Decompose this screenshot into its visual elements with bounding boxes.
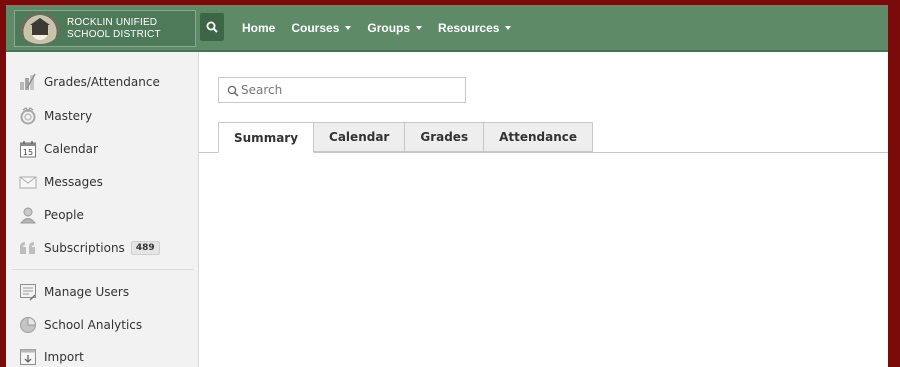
district-seal-icon bbox=[20, 13, 60, 44]
tab-grades[interactable]: Grades bbox=[405, 122, 485, 152]
sidebar-item-subscriptions[interactable]: Subscriptions 489 bbox=[19, 235, 160, 261]
left-sidebar: Grades/Attendance Mastery 15 Calendar Me… bbox=[6, 52, 199, 367]
tab-bar: Summary Calendar Grades Attendance bbox=[218, 122, 594, 153]
search-input[interactable] bbox=[241, 81, 461, 99]
mastery-icon bbox=[19, 107, 37, 125]
sidebar-item-mastery[interactable]: Mastery bbox=[19, 103, 92, 129]
caret-down-icon bbox=[345, 25, 352, 30]
sidebar-divider bbox=[12, 269, 194, 270]
calendar-icon: 15 bbox=[19, 140, 37, 158]
sidebar-item-label: Import bbox=[44, 350, 84, 364]
tab-summary[interactable]: Summary bbox=[218, 122, 315, 153]
quote-icon bbox=[19, 239, 37, 257]
main-content: Summary Calendar Grades Attendance bbox=[199, 52, 888, 367]
envelope-icon bbox=[19, 173, 37, 191]
sidebar-item-label: School Analytics bbox=[44, 318, 143, 332]
tab-label: Calendar bbox=[329, 130, 390, 144]
district-name-line2: SCHOOL DISTRICT bbox=[67, 29, 161, 40]
person-icon bbox=[19, 206, 37, 224]
pie-chart-icon bbox=[19, 316, 37, 334]
tab-label: Grades bbox=[420, 130, 469, 144]
grades-icon bbox=[19, 73, 37, 91]
subscriptions-count-badge: 489 bbox=[130, 241, 160, 255]
nav-resources-label: Resources bbox=[438, 20, 500, 35]
sidebar-item-label: Messages bbox=[44, 175, 103, 189]
tab-calendar[interactable]: Calendar bbox=[314, 122, 406, 152]
nav-resources[interactable]: Resources bbox=[438, 20, 512, 35]
sidebar-item-label: Grades/Attendance bbox=[44, 75, 160, 89]
sidebar-item-import[interactable]: Import bbox=[19, 344, 84, 367]
nav-courses-label: Courses bbox=[291, 20, 340, 35]
caret-down-icon bbox=[416, 25, 423, 30]
sidebar-item-label: Mastery bbox=[44, 109, 93, 123]
tab-label: Attendance bbox=[499, 130, 578, 144]
nav-courses[interactable]: Courses bbox=[291, 20, 352, 35]
tab-attendance[interactable]: Attendance bbox=[484, 122, 594, 152]
sidebar-item-label: Manage Users bbox=[44, 285, 130, 299]
district-logo-link[interactable]: ROCKLIN UNIFIED SCHOOL DISTRICT bbox=[14, 10, 196, 47]
nav-home-label: Home bbox=[242, 20, 276, 35]
caret-down-icon bbox=[505, 25, 512, 30]
top-navigation-bar: ROCKLIN UNIFIED SCHOOL DISTRICT Home Cou… bbox=[6, 5, 888, 52]
sidebar-item-label: Subscriptions bbox=[44, 241, 125, 255]
main-nav: Home Courses Groups Resources bbox=[242, 5, 527, 50]
sidebar-item-calendar[interactable]: 15 Calendar bbox=[19, 136, 98, 162]
app-frame: ROCKLIN UNIFIED SCHOOL DISTRICT Home Cou… bbox=[6, 5, 888, 367]
sidebar-item-label: People bbox=[44, 208, 84, 222]
sidebar-item-school-analytics[interactable]: School Analytics bbox=[19, 312, 142, 338]
search-box[interactable] bbox=[218, 77, 466, 103]
sidebar-item-people[interactable]: People bbox=[19, 202, 84, 228]
svg-text:15: 15 bbox=[23, 148, 33, 157]
search-icon bbox=[206, 21, 218, 33]
import-icon bbox=[19, 348, 37, 366]
nav-groups-label: Groups bbox=[367, 20, 411, 35]
global-search-button[interactable] bbox=[200, 13, 224, 41]
search-icon bbox=[227, 85, 239, 97]
district-name: ROCKLIN UNIFIED SCHOOL DISTRICT bbox=[67, 17, 161, 41]
tab-label: Summary bbox=[234, 130, 299, 145]
sidebar-item-label: Calendar bbox=[44, 142, 98, 156]
nav-groups[interactable]: Groups bbox=[367, 20, 423, 35]
district-name-line1: ROCKLIN UNIFIED bbox=[67, 17, 158, 28]
manage-users-icon bbox=[19, 283, 37, 301]
sidebar-item-grades-attendance[interactable]: Grades/Attendance bbox=[19, 69, 160, 95]
sidebar-item-messages[interactable]: Messages bbox=[19, 169, 103, 195]
nav-home[interactable]: Home bbox=[242, 21, 275, 35]
sidebar-item-manage-users[interactable]: Manage Users bbox=[19, 279, 129, 305]
